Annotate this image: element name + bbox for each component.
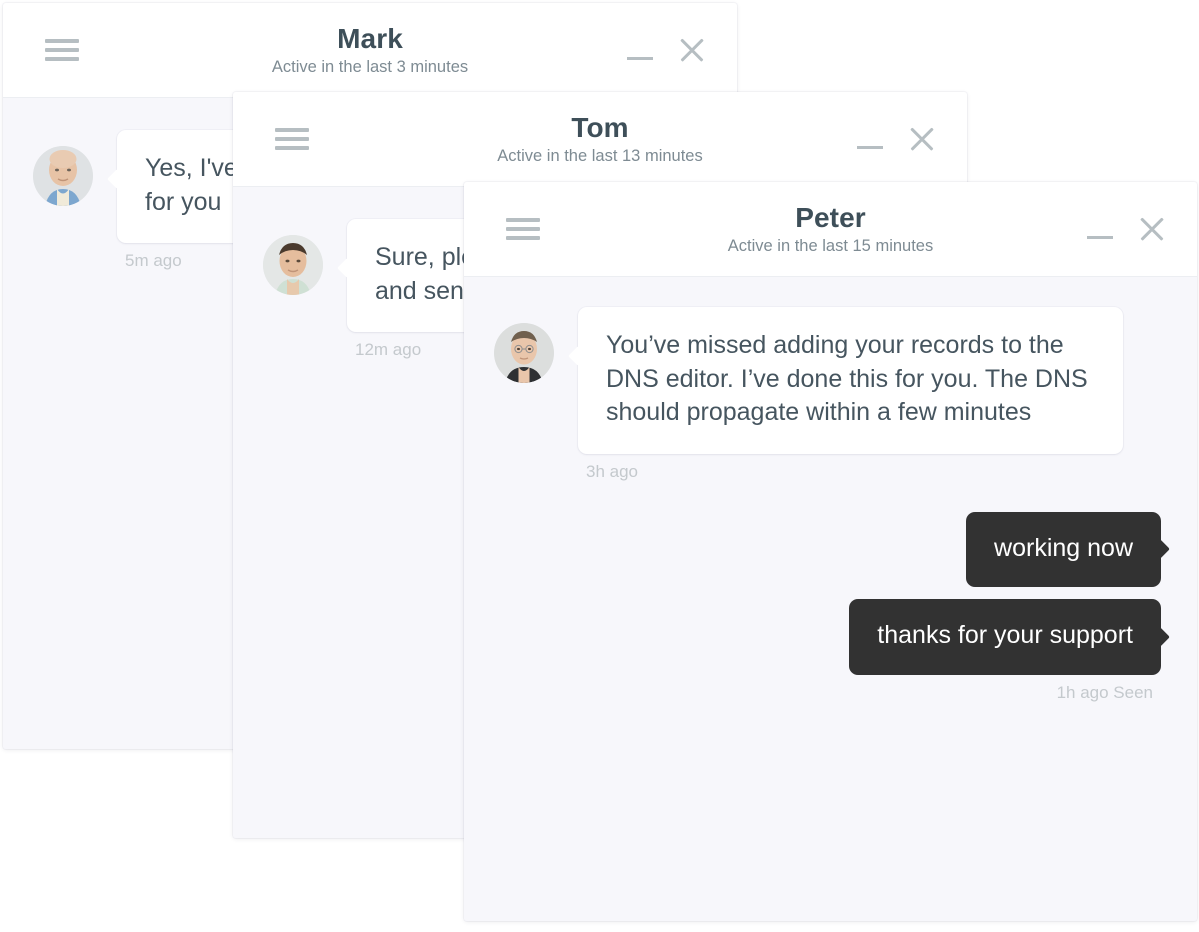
message-bubble-outgoing: working now <box>966 511 1161 587</box>
hamburger-bar <box>506 227 540 231</box>
outgoing-block: working now <box>966 511 1161 600</box>
chat-body-peter: You’ve missed adding your records to the… <box>464 277 1197 921</box>
window-controls-mark <box>625 35 707 65</box>
incoming-block: You’ve missed adding your records to the… <box>578 307 1123 508</box>
close-icon[interactable] <box>677 35 707 65</box>
chat-windows-stage: Mark Active in the last 3 minutes Yes, I… <box>0 0 1199 932</box>
chat-header-tom: Tom Active in the last 13 minutes <box>233 92 967 187</box>
hamburger-bar <box>506 218 540 222</box>
minimize-icon[interactable] <box>625 35 655 65</box>
message-timestamp: 12m ago <box>355 340 422 359</box>
minimize-icon[interactable] <box>1085 214 1115 244</box>
chat-header-mark: Mark Active in the last 3 minutes <box>3 3 737 98</box>
hamburger-bar <box>275 137 309 141</box>
message-row-incoming: You’ve missed adding your records to the… <box>494 307 1161 508</box>
avatar-image <box>494 323 554 383</box>
chat-title: Peter <box>795 202 866 234</box>
close-icon[interactable] <box>1137 214 1167 244</box>
hamburger-icon[interactable] <box>506 218 540 240</box>
chat-status: Active in the last 13 minutes <box>497 147 703 166</box>
message-row-outgoing: working now <box>494 511 1161 600</box>
message-timestamp: 5m ago <box>125 251 182 270</box>
message-row-outgoing: thanks for your support 1h ago Seen <box>494 599 1161 729</box>
hamburger-bar <box>45 57 79 61</box>
avatar-image <box>33 146 93 206</box>
window-controls-tom <box>855 124 937 154</box>
message-bubble-incoming: You’ve missed adding your records to the… <box>578 307 1123 454</box>
hamburger-icon[interactable] <box>275 128 309 150</box>
minimize-icon[interactable] <box>855 124 885 154</box>
outgoing-block: thanks for your support 1h ago Seen <box>849 599 1161 729</box>
hamburger-bar <box>506 236 540 240</box>
message-timestamp: 3h ago <box>586 461 638 481</box>
chat-status: Active in the last 3 minutes <box>271 58 469 77</box>
chat-title: Mark <box>337 23 403 55</box>
chat-window-peter[interactable]: Peter Active in the last 15 minutes You’… <box>464 182 1197 921</box>
message-bubble-outgoing: thanks for your support <box>849 599 1161 675</box>
avatar <box>33 146 93 206</box>
close-icon[interactable] <box>907 124 937 154</box>
avatar-image <box>263 235 323 295</box>
avatar <box>494 323 554 383</box>
chat-header-peter: Peter Active in the last 15 minutes <box>464 182 1197 277</box>
hamburger-bar <box>275 128 309 132</box>
message-timestamp: 1h ago Seen <box>1056 682 1153 702</box>
hamburger-bar <box>275 146 309 150</box>
hamburger-icon[interactable] <box>45 39 79 61</box>
chat-title: Tom <box>571 112 629 144</box>
avatar <box>263 235 323 295</box>
chat-status: Active in the last 15 minutes <box>727 237 934 256</box>
hamburger-bar <box>45 48 79 52</box>
hamburger-bar <box>45 39 79 43</box>
window-controls-peter <box>1085 214 1167 244</box>
